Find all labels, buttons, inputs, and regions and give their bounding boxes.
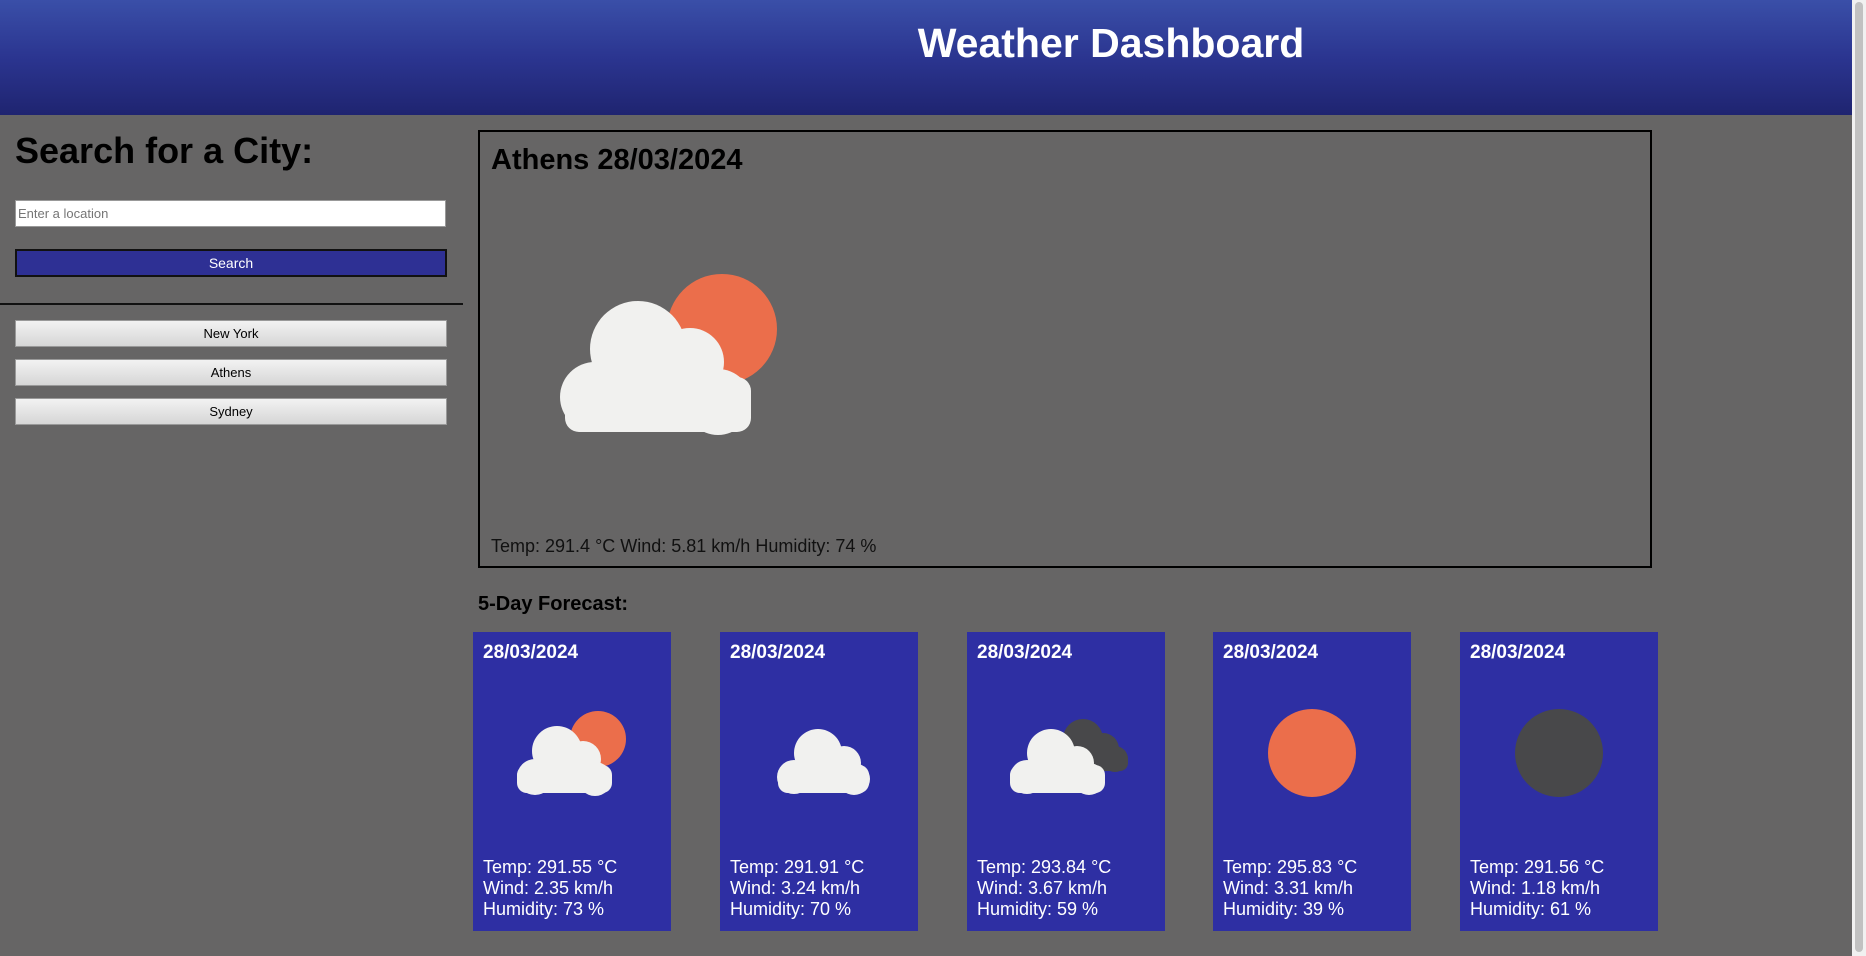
forecast-humidity: Humidity: 61 % [1470,899,1592,919]
forecast-date: 28/03/2024 [483,642,579,663]
forecast-card: 28/03/2024 Temp: 293.84 °C Wind: 3.67 km… [967,632,1165,931]
forecast-wind: Wind: 2.35 km/h [483,878,614,898]
divider [0,303,463,305]
forecast-card: 28/03/2024 Temp: 291.55 °C Wind: 2.35 km… [473,632,671,931]
forecast-stats: Temp: 291.55 °C Wind: 2.35 km/h Humidity… [483,857,617,920]
forecast-date: 28/03/2024 [730,642,826,663]
forecast-stats: Temp: 291.56 °C Wind: 1.18 km/h Humidity… [1470,857,1604,920]
forecast-temp: Temp: 291.91 °C [730,857,865,877]
forecast-humidity: Humidity: 39 % [1223,899,1345,919]
clear-sky-day-icon [1251,707,1371,802]
current-city-date: Athens 28/03/2024 [491,144,743,176]
partly-cloudy-day-icon [550,267,790,442]
current-stats: Temp: 291.4 °C Wind: 5.81 km/h Humidity:… [491,536,877,556]
forecast-wind: Wind: 3.24 km/h [730,878,861,898]
forecast-card: 28/03/2024 Temp: 291.56 °C Wind: 1.18 km… [1460,632,1658,931]
forecast-stats: Temp: 293.84 °C Wind: 3.67 km/h Humidity… [977,857,1111,920]
broken-clouds-icon [1005,707,1135,802]
forecast-humidity: Humidity: 59 % [977,899,1099,919]
search-input[interactable] [15,200,446,227]
forecast-card: 28/03/2024 Temp: 291.91 °C Wind: 3.24 km… [720,632,918,931]
forecast-humidity: Humidity: 73 % [483,899,605,919]
forecast-stats: Temp: 295.83 °C Wind: 3.31 km/h Humidity… [1223,857,1357,920]
page-title: Weather Dashboard [917,20,1305,66]
header: Weather Dashboard [0,0,1852,115]
search-heading: Search for a City: [15,130,314,171]
forecast-humidity: Humidity: 70 % [730,899,852,919]
history-button-new-york[interactable]: New York [15,320,447,347]
forecast-wind: Wind: 1.18 km/h [1470,878,1601,898]
scrollbar-thumb[interactable] [1855,2,1863,952]
forecast-temp: Temp: 293.84 °C [977,857,1112,877]
forecast-date: 28/03/2024 [1470,642,1566,663]
forecast-temp: Temp: 295.83 °C [1223,857,1358,877]
forecast-date: 28/03/2024 [1223,642,1319,663]
history-button-sydney[interactable]: Sydney [15,398,447,425]
forecast-title: 5-Day Forecast: [478,593,629,615]
forecast-temp: Temp: 291.55 °C [483,857,618,877]
forecast-wind: Wind: 3.31 km/h [1223,878,1354,898]
forecast-date: 28/03/2024 [977,642,1073,663]
history-button-athens[interactable]: Athens [15,359,447,386]
search-history: New York Athens Sydney [15,320,447,437]
clear-sky-night-icon [1498,707,1618,802]
forecast-card: 28/03/2024 Temp: 295.83 °C Wind: 3.31 km… [1213,632,1411,931]
forecast-stats: Temp: 291.91 °C Wind: 3.24 km/h Humidity… [730,857,864,920]
cloud-icon [758,707,878,802]
partly-cloudy-day-icon [511,707,631,802]
forecast-wind: Wind: 3.67 km/h [977,878,1108,898]
search-button[interactable]: Search [15,249,447,277]
current-weather-panel: Athens 28/03/2024 Temp: 291.4 °C Wind: 5… [478,130,1652,568]
forecast-temp: Temp: 291.56 °C [1470,857,1605,877]
vertical-scrollbar[interactable] [1852,0,1866,956]
